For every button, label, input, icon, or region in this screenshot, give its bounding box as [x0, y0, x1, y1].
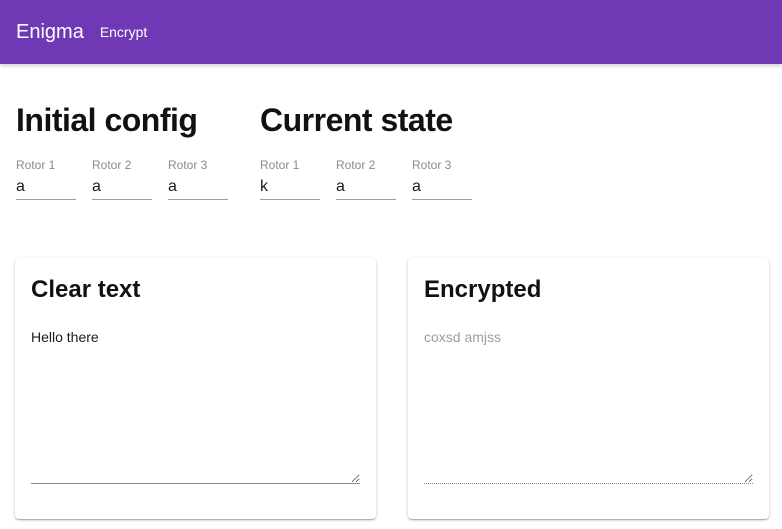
app-bar: Enigma Encrypt: [0, 0, 782, 64]
initial-rotor-1-field: Rotor 1: [16, 158, 76, 200]
current-rotor-3-label: Rotor 3: [412, 158, 452, 172]
current-rotor-1-field: Rotor 1: [260, 158, 320, 200]
initial-rotor-row: Rotor 1 Rotor 2 Rotor 3: [16, 158, 244, 200]
initial-rotor-2-input[interactable]: [92, 178, 152, 200]
initial-rotor-1-label: Rotor 1: [16, 158, 56, 172]
current-rotor-1-label: Rotor 1: [260, 158, 300, 172]
initial-config-section: Initial config Rotor 1 Rotor 2 Rotor 3: [16, 100, 244, 200]
initial-rotor-3-field: Rotor 3: [168, 158, 228, 200]
encrypted-output: coxsd amjss: [424, 328, 753, 484]
current-rotor-2-label: Rotor 2: [336, 158, 376, 172]
clear-text-title: Clear text: [31, 276, 141, 303]
encrypted-title: Encrypted: [424, 276, 542, 303]
initial-rotor-2-field: Rotor 2: [92, 158, 152, 200]
encrypt-nav-link[interactable]: Encrypt: [100, 24, 147, 40]
initial-rotor-2-label: Rotor 2: [92, 158, 132, 172]
encrypted-card: Encrypted coxsd amjss: [408, 258, 769, 519]
current-rotor-row: Rotor 1 Rotor 2 Rotor 3: [260, 158, 488, 200]
current-rotor-2-field: Rotor 2: [336, 158, 396, 200]
initial-rotor-3-label: Rotor 3: [168, 158, 208, 172]
initial-rotor-3-input[interactable]: [168, 178, 228, 200]
current-rotor-3-input[interactable]: [412, 178, 472, 200]
current-state-heading: Current state: [260, 102, 453, 138]
current-rotor-3-field: Rotor 3: [412, 158, 472, 200]
clear-text-input[interactable]: Hello there: [31, 328, 360, 484]
app-title: Enigma: [16, 20, 84, 43]
initial-config-heading: Initial config: [16, 102, 198, 138]
clear-text-card: Clear text Hello there: [15, 258, 376, 519]
current-rotor-1-input[interactable]: [260, 178, 320, 200]
current-rotor-2-input[interactable]: [336, 178, 396, 200]
initial-rotor-1-input[interactable]: [16, 178, 76, 200]
current-state-section: Current state Rotor 1 Rotor 2 Rotor 3: [260, 100, 488, 200]
